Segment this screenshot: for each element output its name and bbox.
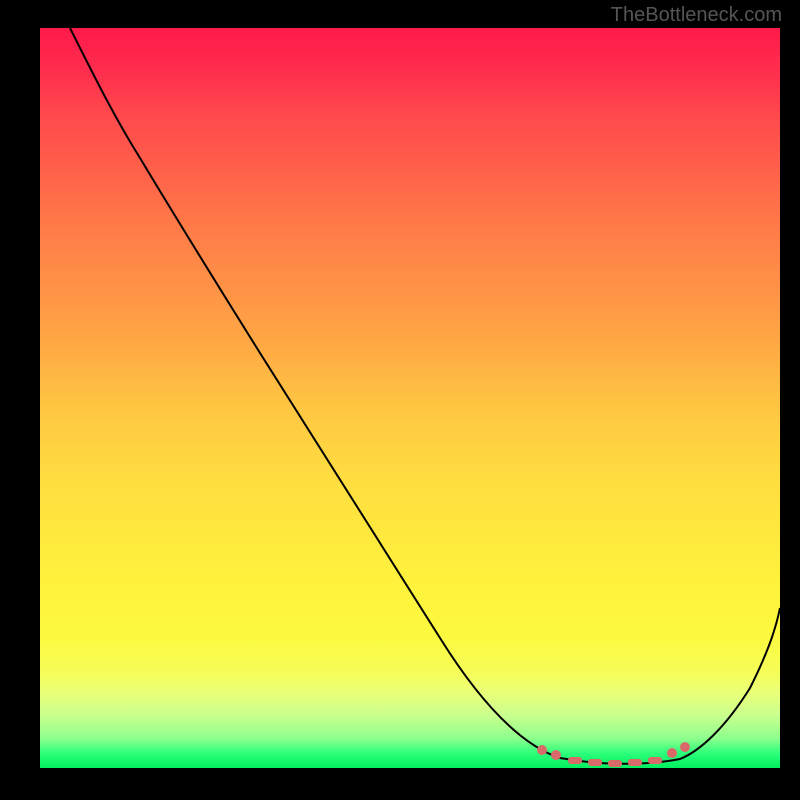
optimal-dash	[568, 757, 582, 764]
bottleneck-curve	[70, 28, 780, 764]
optimal-dash	[608, 760, 622, 767]
plot-area	[40, 28, 780, 768]
optimal-dash	[628, 759, 642, 766]
optimal-dot	[680, 742, 690, 752]
optimal-dot	[667, 748, 677, 758]
optimal-dash	[648, 757, 662, 764]
optimal-dot	[551, 750, 561, 760]
chart-svg	[40, 28, 780, 768]
watermark-text: TheBottleneck.com	[611, 4, 782, 27]
optimal-dot	[537, 745, 547, 755]
optimal-dash	[588, 759, 602, 766]
